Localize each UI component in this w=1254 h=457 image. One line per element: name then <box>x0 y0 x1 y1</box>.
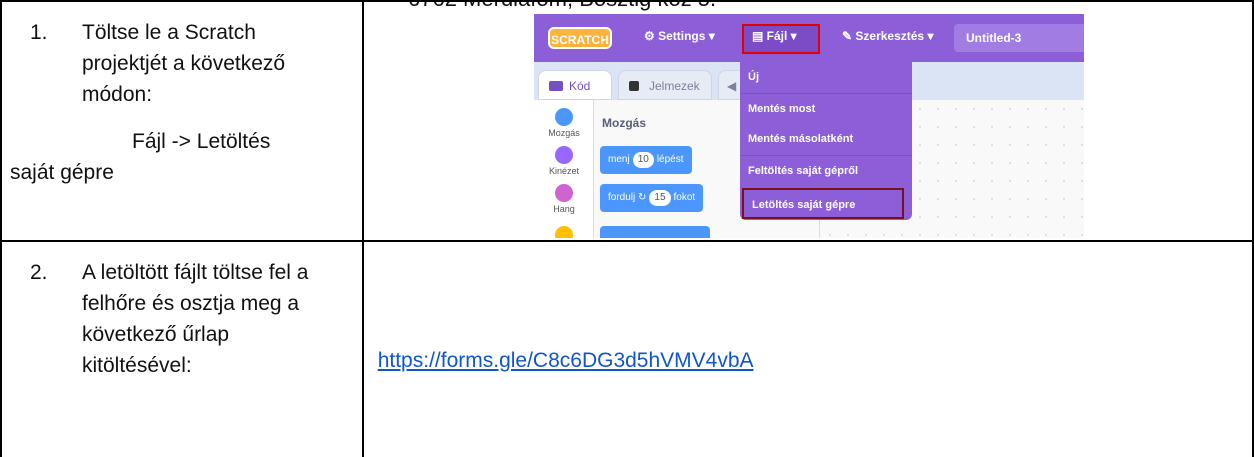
block-value-input[interactable]: 15 <box>649 190 671 206</box>
category-looks-label: Kinézet <box>548 166 580 176</box>
turn-degrees-block[interactable]: fordulj ↻ 15 fokot <box>600 184 704 212</box>
edit-label: Szerkesztés ▾ <box>855 29 934 43</box>
menu-item-download[interactable]: Letöltés saját gépre <box>742 188 904 219</box>
step-1-text: Töltse le a Scratch projektjét a követke… <box>82 21 286 106</box>
step-2-number: 2. <box>30 261 48 284</box>
form-link[interactable]: https://forms.gle/C8c6DG3d5hVMV4vbA <box>378 349 754 373</box>
category-motion-label: Mozgás <box>548 128 580 138</box>
tab-costumes[interactable]: Jelmezek <box>618 70 712 100</box>
category-motion[interactable]: Mozgás <box>534 108 594 138</box>
menu-item-save-copy[interactable]: Mentés másolatként <box>740 124 912 155</box>
events-dot-icon <box>555 226 573 238</box>
looks-dot-icon <box>555 146 573 164</box>
file-menu[interactable]: ▤ Fájl ▾ <box>752 29 797 43</box>
edit-menu[interactable]: ✎ Szerkesztés ▾ <box>842 29 933 43</box>
block-text: lépést <box>656 154 684 165</box>
category-events[interactable] <box>534 226 594 238</box>
code-icon <box>549 81 563 91</box>
file-dropdown-menu: Új Mentés most Mentés másolatként Feltöl… <box>740 62 912 220</box>
brush-icon <box>629 81 639 91</box>
category-sound[interactable]: Hang <box>534 184 594 214</box>
gear-icon: ⚙ <box>644 29 659 43</box>
sound-dot-icon <box>555 184 573 202</box>
palette-title: Mozgás <box>602 116 647 130</box>
scratch-logo[interactable]: SCRATCH <box>548 27 612 49</box>
table-row: 2. A letöltött fájlt töltse fel a felhőr… <box>0 240 1254 457</box>
file-icon: ▤ <box>752 29 767 43</box>
step-2-cell: 2. A letöltött fájlt töltse fel a felhőr… <box>0 240 364 457</box>
settings-label: Settings ▾ <box>658 29 715 43</box>
menu-item-save-now[interactable]: Mentés most <box>740 93 912 124</box>
menu-item-new[interactable]: Új <box>740 62 912 93</box>
category-list: Mozgás Kinézet Hang <box>534 100 594 238</box>
block-value-input[interactable]: 10 <box>632 152 654 168</box>
file-label: Fájl ▾ <box>766 29 797 43</box>
tab-code-label: Kód <box>569 79 591 93</box>
tab-costumes-label: Jelmezek <box>649 79 700 93</box>
category-looks[interactable]: Kinézet <box>534 146 594 176</box>
pencil-icon: ✎ <box>842 29 856 43</box>
move-steps-block[interactable]: menj 10 lépést <box>600 146 692 174</box>
block-text: menj <box>608 154 630 165</box>
scratch-screenshot: SCRATCH ⚙ Settings ▾ ▤ Fájl ▾ ✎ Szerkesz… <box>534 14 1084 238</box>
motion-dot-icon <box>555 108 573 126</box>
block-partial[interactable] <box>600 226 710 238</box>
scratch-menu-bar: SCRATCH ⚙ Settings ▾ ▤ Fájl ▾ ✎ Szerkesz… <box>534 14 1084 62</box>
speaker-icon: ◀ <box>727 79 737 93</box>
step-2-link-cell: https://forms.gle/C8c6DG3d5hVMV4vbA <box>361 240 1254 457</box>
block-text: fordulj ↻ <box>608 192 647 203</box>
menu-item-upload[interactable]: Feltöltés saját gépről <box>740 155 912 186</box>
block-text: fokot <box>673 192 696 203</box>
tab-code[interactable]: Kód <box>538 70 612 100</box>
category-sound-label: Hang <box>553 204 575 214</box>
step-1-path-line1: Fájl -> Letöltés <box>132 130 271 153</box>
step-2-text: A letöltött fájlt töltse fel a felhőre é… <box>82 261 309 377</box>
step-1-path-line2: saját gépre <box>10 161 114 184</box>
step-1-cell: 1. Töltse le a Scratch projektjét a köve… <box>0 0 364 242</box>
project-title-input[interactable]: Untitled-3 <box>954 24 1084 52</box>
settings-menu[interactable]: ⚙ Settings ▾ <box>644 29 715 43</box>
step-1-number: 1. <box>30 21 48 44</box>
